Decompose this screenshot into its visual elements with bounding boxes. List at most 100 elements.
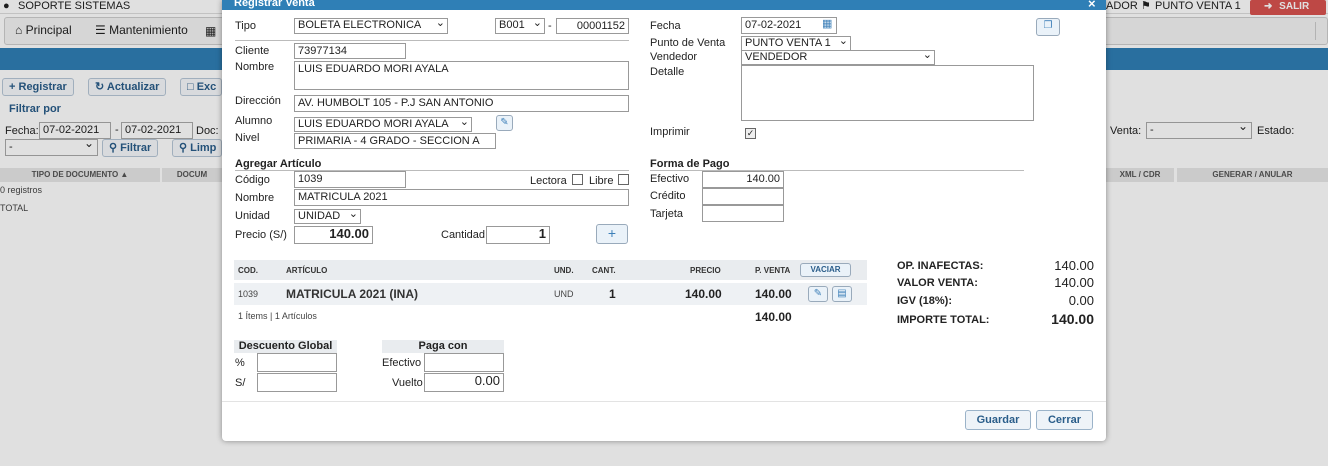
valor-venta-label: VALOR VENTA: (897, 277, 978, 289)
chevron-down-icon: ⌄ (922, 49, 932, 61)
edit-row-button[interactable]: ✎ (808, 286, 828, 302)
forma-pago-title: Forma de Pago (650, 158, 730, 170)
imprimir-checkbox[interactable]: ✓ (745, 128, 756, 139)
alumno-label: Alumno (235, 115, 273, 127)
nombre-textarea[interactable]: LUIS EDUARDO MORI AYALA (294, 61, 629, 90)
lectora-label: Lectora (530, 175, 567, 187)
vendedor-value: VENDEDOR (745, 51, 808, 63)
pencil-icon: ✎ (500, 117, 509, 128)
unidad-label: Unidad (235, 210, 270, 222)
importe-total-value: 140.00 (1051, 311, 1094, 327)
footer-divider (222, 401, 1106, 402)
pago-credito-label: Crédito (650, 190, 686, 202)
col-cant: CANT. (592, 266, 616, 275)
close-icon[interactable]: × (1088, 0, 1096, 10)
lectora-checkbox[interactable] (572, 174, 583, 185)
valor-venta-value: 140.00 (1054, 275, 1094, 290)
modal-title: Registrar Venta (234, 0, 315, 9)
cliente-input[interactable]: 73977134 (294, 43, 406, 59)
pago-efectivo-input[interactable]: 140.00 (702, 171, 784, 188)
items-summary: 1 Ítems | 1 Artículos (238, 311, 317, 321)
chevron-down-icon: ⌄ (435, 17, 445, 29)
paga-efectivo-input[interactable] (424, 353, 504, 372)
punto-venta-select[interactable]: PUNTO VENTA 1 ⌄ (741, 35, 851, 51)
direccion-input[interactable]: AV. HUMBOLT 105 - P.J SAN ANTONIO (294, 95, 629, 112)
vendedor-select[interactable]: VENDEDOR ⌄ (741, 49, 935, 65)
agregar-articulo-title: Agregar Artículo (235, 158, 322, 170)
chevron-down-icon: ⌄ (838, 35, 848, 47)
punto-venta-value: PUNTO VENTA 1 (745, 37, 831, 49)
alumno-select-value: LUIS EDUARDO MORI AYALA (298, 118, 449, 130)
cantidad-input[interactable]: 1 (486, 226, 550, 244)
fecha-label: Fecha (650, 20, 681, 32)
paga-con-title: Paga con (382, 340, 504, 353)
tipo-label: Tipo (235, 20, 256, 32)
igv-label: IGV (18%): (897, 295, 953, 307)
row-pventa: 140.00 (755, 287, 792, 301)
cantidad-label: Cantidad (441, 229, 486, 241)
detalle-label: Detalle (650, 66, 685, 78)
descuento-pct-input[interactable] (257, 353, 337, 372)
col-cod: COD. (238, 266, 258, 275)
calendar-icon[interactable]: ▦ (822, 17, 832, 30)
items-summary-total: 140.00 (755, 310, 792, 324)
vaciar-button[interactable]: VACIAR (800, 263, 851, 277)
vuelto-label: Vuelto (392, 377, 423, 389)
divider (235, 40, 629, 41)
serie-select-value: B001 (499, 19, 525, 31)
col-pventa: P. VENTA (755, 266, 791, 275)
codigo-label: Código (235, 174, 270, 186)
descuento-soles-label: S/ (235, 377, 246, 389)
codigo-input[interactable]: 1039 (294, 171, 406, 188)
serie-select[interactable]: B001 ⌄ (495, 17, 545, 34)
articulo-nombre-label: Nombre (235, 192, 275, 204)
vuelto-input[interactable]: 0.00 (424, 373, 504, 392)
totals-panel: OP. INAFECTAS: 140.00 VALOR VENTA: 140.0… (892, 256, 1102, 332)
col-articulo: ARTÍCULO (286, 266, 328, 275)
detalle-textarea[interactable] (741, 65, 1034, 121)
importe-total-label: IMPORTE TOTAL: (897, 314, 990, 326)
nombre-label: Nombre (235, 61, 275, 73)
chevron-down-icon: ⌄ (348, 208, 358, 220)
copy-icon: ❐ (1043, 20, 1053, 31)
vendedor-label: Vendedor (650, 51, 698, 63)
numero-input[interactable]: 00001152 (556, 18, 629, 34)
imprimir-label: Imprimir (650, 126, 690, 138)
copy-button[interactable]: ❐ (1036, 18, 1060, 36)
trash-icon: ▤ (837, 288, 847, 299)
modal-header: Registrar Venta × (222, 0, 1106, 10)
alumno-select[interactable]: LUIS EDUARDO MORI AYALA ⌄ (294, 116, 472, 132)
save-button[interactable]: Guardar (965, 410, 1031, 430)
pago-efectivo-label: Efectivo (650, 173, 690, 185)
libre-checkbox[interactable] (618, 174, 629, 185)
edit-student-button[interactable]: ✎ (496, 115, 513, 131)
delete-row-button[interactable]: ▤ (832, 286, 852, 302)
close-button[interactable]: Cerrar (1036, 410, 1093, 430)
pago-tarjeta-input[interactable] (702, 205, 784, 222)
serie-separator: - (548, 20, 552, 32)
row-cant: 1 (609, 287, 616, 301)
descuento-soles-input[interactable] (257, 373, 337, 392)
op-inafectas-value: 140.00 (1054, 258, 1094, 273)
unidad-select[interactable]: UNIDAD ⌄ (294, 208, 361, 224)
unidad-select-value: UNIDAD (298, 210, 341, 222)
nivel-input[interactable]: PRIMARIA - 4 GRADO - SECCION A (294, 133, 496, 149)
pencil-icon: ✎ (813, 288, 823, 299)
articulo-nombre-input[interactable]: MATRICULA 2021 (294, 189, 629, 206)
igv-value: 0.00 (1068, 293, 1094, 308)
precio-label: Precio (S/) (235, 229, 287, 241)
precio-input[interactable]: 140.00 (294, 226, 373, 244)
row-articulo: MATRICULA 2021 (INA) (286, 287, 419, 301)
op-inafectas-label: OP. INAFECTAS: (897, 260, 984, 272)
chevron-down-icon: ⌄ (532, 17, 542, 29)
pago-credito-input[interactable] (702, 188, 784, 205)
items-table-header: COD. ARTÍCULO UND. CANT. PRECIO P. VENTA… (234, 260, 867, 280)
tipo-select[interactable]: BOLETA ELECTRONICA ⌄ (294, 17, 448, 34)
add-item-button[interactable]: + (596, 224, 628, 244)
row-und: UND (554, 289, 574, 299)
register-sale-modal: Registrar Venta × Tipo BOLETA ELECTRONIC… (222, 0, 1106, 441)
libre-label: Libre (589, 175, 614, 187)
pago-tarjeta-label: Tarjeta (650, 208, 684, 220)
check-icon: ✓ (746, 128, 755, 138)
descuento-title: Descuento Global (234, 340, 337, 353)
